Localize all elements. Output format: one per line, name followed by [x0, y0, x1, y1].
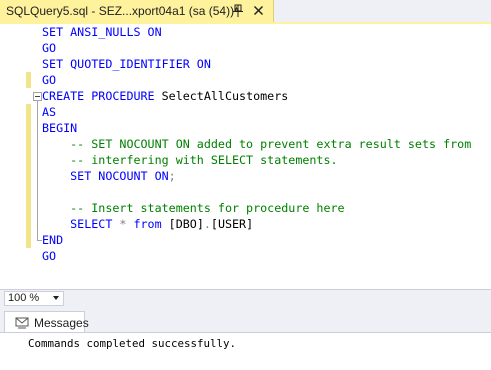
code-text[interactable]: SET ANSI_NULLS ON GO SET QUOTED_IDENTIFIER…: [42, 24, 471, 264]
code-line[interactable]: GO: [42, 40, 471, 56]
change-marker: [26, 184, 31, 200]
code-keyword: GO: [42, 41, 57, 55]
code-line[interactable]: CREATE PROCEDURE SelectAllCustomers: [42, 88, 471, 104]
outlining-gutter: [33, 24, 42, 289]
code-keyword: SELECT: [42, 217, 120, 231]
code-token: ;: [168, 169, 176, 183]
code-keyword: BEGIN: [42, 121, 78, 135]
code-line[interactable]: -- interfering with SELECT statements.: [42, 152, 471, 168]
code-keyword: from: [133, 217, 169, 231]
code-line[interactable]: AS: [42, 104, 471, 120]
code-token: [DBO]: [168, 217, 204, 231]
code-comment: -- interfering with SELECT statements.: [42, 153, 338, 167]
code-token: *: [119, 217, 134, 231]
collapse-procedure-icon[interactable]: [33, 92, 42, 101]
code-line[interactable]: SELECT * from [DBO].[USER]: [42, 216, 471, 232]
code-token: SelectAllCustomers: [161, 89, 289, 103]
code-line[interactable]: SET QUOTED_IDENTIFIER ON: [42, 56, 471, 72]
code-token: .: [203, 217, 211, 231]
outline-connector: [37, 100, 38, 240]
results-tab-strip: Messages: [0, 308, 491, 333]
messages-pane[interactable]: Commands completed successfully.: [0, 332, 491, 370]
code-keyword: GO: [42, 73, 57, 87]
code-line[interactable]: -- Insert statements for procedure here: [42, 200, 471, 216]
code-keyword: SET NOCOUNT ON: [42, 169, 169, 183]
result-message: Commands completed successfully.: [28, 337, 237, 350]
change-marker: [26, 104, 31, 120]
document-tab-strip: SQLQuery5.sql - SEZ...xport04a1 (sa (54)…: [0, 0, 491, 24]
code-token: [USER]: [210, 217, 254, 231]
code-line[interactable]: SET ANSI_NULLS ON: [42, 24, 471, 40]
code-comment: -- SET NOCOUNT ON added to prevent extra…: [42, 137, 472, 151]
zoom-value: 100 %: [8, 292, 40, 304]
close-icon[interactable]: [253, 5, 264, 16]
change-marker: [26, 168, 31, 184]
code-keyword: CREATE PROCEDURE: [42, 89, 162, 103]
code-line[interactable]: GO: [42, 248, 471, 264]
indicator-margin[interactable]: [0, 24, 26, 289]
code-line[interactable]: [42, 184, 471, 200]
change-marker: [26, 216, 31, 232]
change-marker: [26, 72, 31, 88]
code-keyword: AS: [42, 105, 57, 119]
messages-tab-label: Messages: [34, 316, 89, 330]
code-keyword: END: [42, 233, 64, 247]
code-line[interactable]: GO: [42, 72, 471, 88]
pin-icon[interactable]: [232, 4, 244, 18]
change-marker: [26, 232, 31, 248]
change-marker: [26, 200, 31, 216]
query-editor[interactable]: SET ANSI_NULLS ON GO SET QUOTED_IDENTIFIER…: [0, 24, 491, 289]
code-line[interactable]: -- SET NOCOUNT ON added to prevent extra…: [42, 136, 471, 152]
zoom-dropdown[interactable]: 100 %: [4, 291, 64, 306]
tab-messages[interactable]: Messages: [4, 311, 89, 333]
code-line[interactable]: END: [42, 232, 471, 248]
document-tab-title[interactable]: SQLQuery5.sql - SEZ...xport04a1 (sa (54)…: [6, 4, 239, 18]
chevron-down-icon[interactable]: [53, 296, 59, 300]
code-line[interactable]: SET NOCOUNT ON;: [42, 168, 471, 184]
zoom-bar: 100 %: [0, 289, 491, 308]
code-keyword: GO: [42, 249, 57, 263]
code-comment: -- Insert statements for procedure here: [42, 201, 345, 215]
code-keyword: SET QUOTED_IDENTIFIER ON: [42, 57, 211, 71]
document-tab[interactable]: SQLQuery5.sql - SEZ...xport04a1 (sa (54)…: [0, 0, 274, 22]
change-marker: [26, 152, 31, 168]
change-marker: [26, 120, 31, 136]
code-line[interactable]: BEGIN: [42, 120, 471, 136]
messages-icon: [15, 317, 29, 329]
code-keyword: SET ANSI_NULLS ON: [42, 25, 162, 39]
change-marker: [26, 136, 31, 152]
